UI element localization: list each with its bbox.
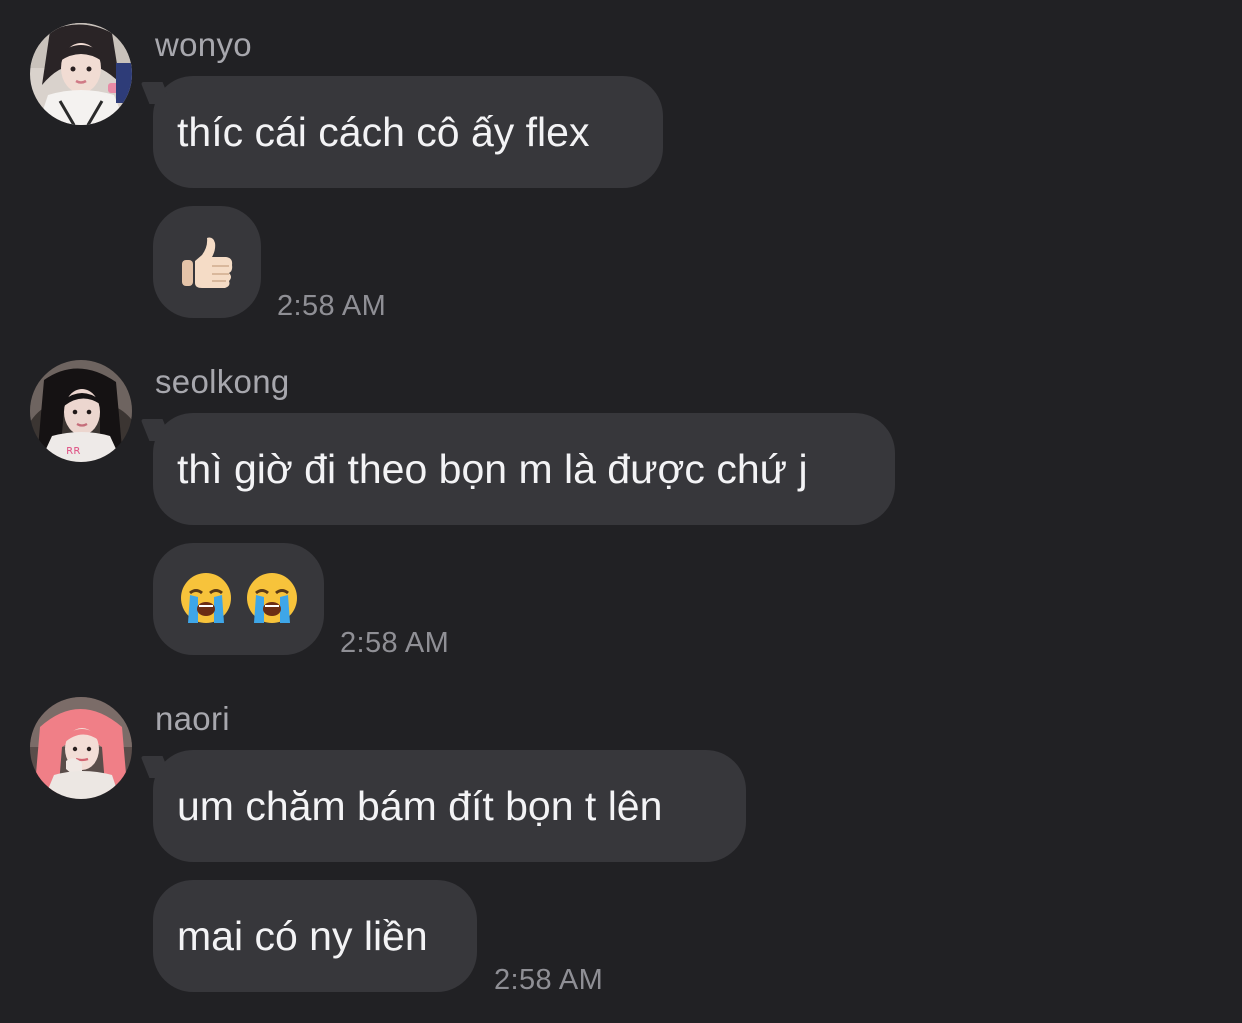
avatar[interactable]: ʀʀ xyxy=(30,360,132,462)
thumbs-up-icon xyxy=(178,233,236,291)
crying-face-icon xyxy=(178,571,234,627)
sender-name: naori xyxy=(155,700,230,737)
message-timestamp: 2:58 AM xyxy=(277,290,387,322)
message-bubble[interactable]: mai có ny liền xyxy=(153,880,477,992)
message-text: thíc cái cách cô ấy flex xyxy=(177,108,590,155)
message-bubble[interactable]: thì giờ đi theo bọn m là được chứ j xyxy=(153,413,895,525)
sender-name: seolkong xyxy=(155,363,290,400)
message-bubble[interactable]: um chăm bám đít bọn t lên xyxy=(153,750,746,862)
message-timestamp: 2:58 AM xyxy=(340,627,450,659)
sender-name: wonyo xyxy=(155,26,252,63)
message-timestamp: 2:58 AM xyxy=(494,964,604,996)
message-bubble[interactable]: thíc cái cách cô ấy flex xyxy=(153,76,663,188)
svg-text:ʀʀ: ʀʀ xyxy=(66,443,80,457)
message-text: thì giờ đi theo bọn m là được chứ j xyxy=(177,445,808,492)
avatar[interactable] xyxy=(30,23,132,125)
message-text: mai có ny liền xyxy=(177,912,428,959)
crying-face-icon xyxy=(244,571,300,627)
chat-thread: wonyo thíc cái cách cô ấy flex 2:58 AM ʀ… xyxy=(0,0,1242,1023)
emoji-message-bubble[interactable] xyxy=(153,206,261,318)
emoji-message-bubble[interactable] xyxy=(153,543,324,655)
message-text: um chăm bám đít bọn t lên xyxy=(177,782,663,829)
avatar[interactable] xyxy=(30,697,132,799)
